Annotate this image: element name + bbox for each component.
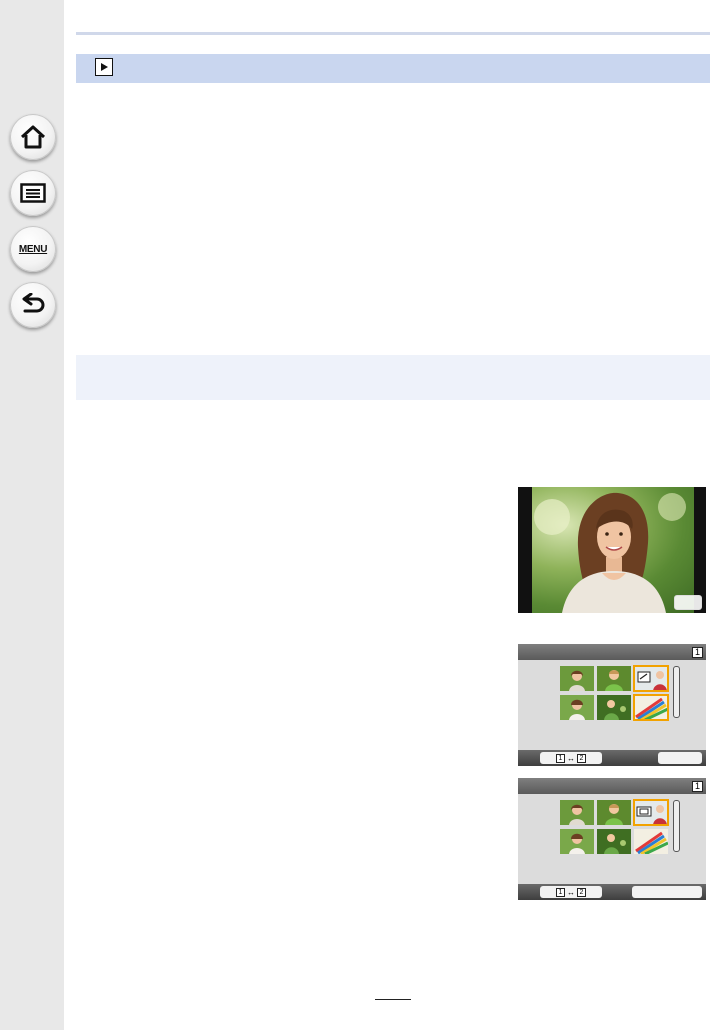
swap-page-control[interactable]: 1 ↔ 2: [540, 886, 602, 898]
portrait-image: [532, 487, 694, 613]
screen-header: [518, 644, 706, 660]
subsection-bar: [76, 355, 710, 400]
thumbnail-screen-2: 1 1 ↔ 2: [518, 778, 706, 900]
contents-button[interactable]: [10, 170, 56, 216]
playback-icon: [95, 58, 113, 76]
home-button[interactable]: [10, 114, 56, 160]
menu-icon: MENU: [18, 243, 48, 255]
photo-badge: [674, 595, 702, 610]
swap-arrow-icon: ↔: [567, 753, 575, 763]
thumbnail-screen-1: 1 1 ↔ 2: [518, 644, 706, 766]
thumbnail[interactable]: [597, 695, 631, 720]
page-indicator: 1: [692, 647, 703, 658]
back-button[interactable]: [10, 282, 56, 328]
scrollbar[interactable]: [673, 666, 680, 718]
screen-footer: 1 ↔ 2: [518, 750, 706, 766]
thumbnail[interactable]: [634, 829, 668, 854]
thumbnail-selected[interactable]: [633, 799, 669, 826]
thumbnail[interactable]: [597, 666, 631, 691]
set-button[interactable]: [632, 886, 702, 898]
thumbnail-grid: [560, 665, 669, 721]
sidebar: MENU: [0, 0, 64, 1030]
thumbnail[interactable]: [560, 666, 594, 691]
top-rule: [76, 32, 710, 35]
thumbnail[interactable]: [560, 695, 594, 720]
playback-photo: [518, 487, 706, 613]
screen-footer: 1 ↔ 2: [518, 884, 706, 900]
thumbnail[interactable]: [597, 829, 631, 854]
contents-list-icon: [20, 183, 46, 203]
menu-button[interactable]: MENU: [10, 226, 56, 272]
scrollbar[interactable]: [673, 800, 680, 852]
screen-header: [518, 778, 706, 794]
swap-page-control[interactable]: 1 ↔ 2: [540, 752, 602, 764]
swap-arrow-icon: ↔: [567, 887, 575, 897]
thumbnail[interactable]: [560, 829, 594, 854]
set-button[interactable]: [658, 752, 702, 764]
home-icon: [20, 125, 46, 149]
thumbnail-selected[interactable]: [633, 694, 669, 721]
thumbnail[interactable]: [597, 800, 631, 825]
thumbnail[interactable]: [560, 800, 594, 825]
back-icon: [22, 293, 45, 313]
thumbnail-grid: [560, 799, 669, 854]
thumbnail-selected[interactable]: [633, 665, 669, 692]
page-indicator: 1: [692, 781, 703, 792]
page-number-rule: [375, 999, 411, 1000]
section-header: [76, 54, 710, 83]
